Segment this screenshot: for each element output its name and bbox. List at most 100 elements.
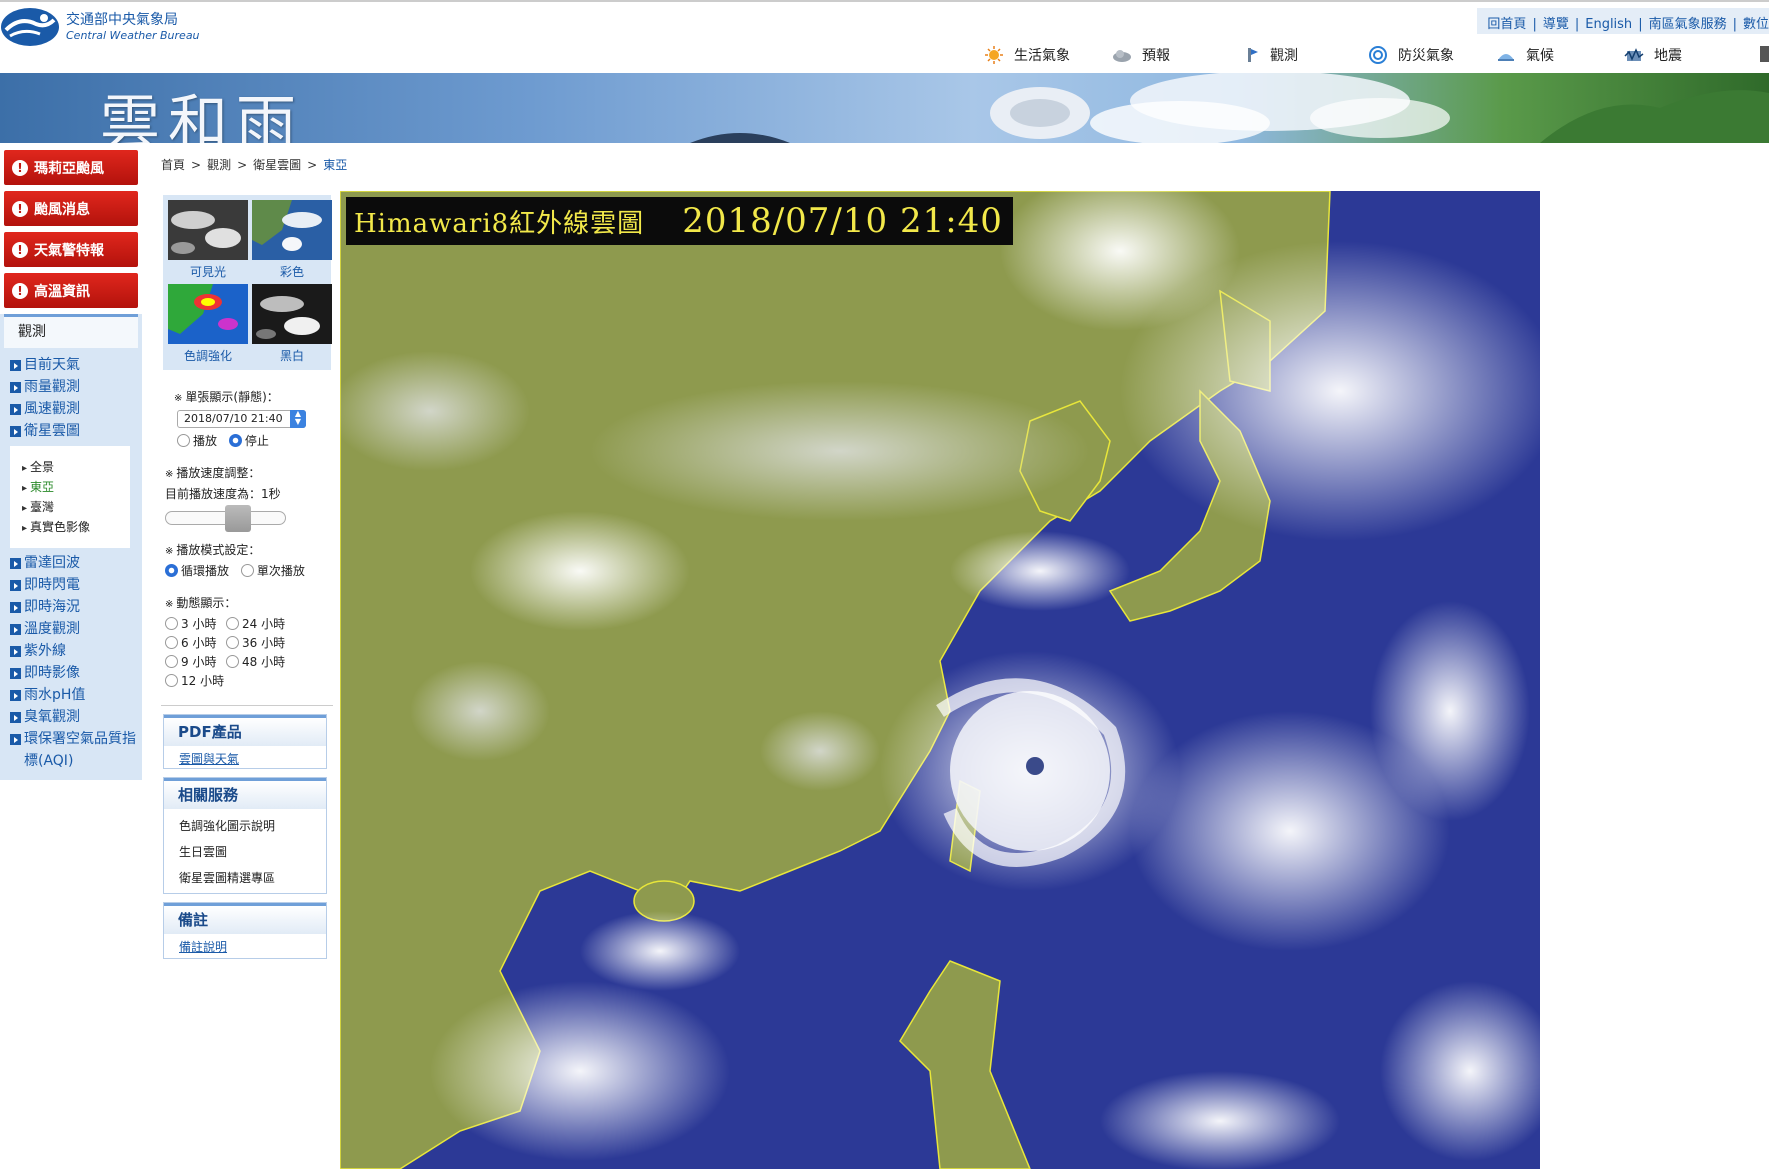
note-link[interactable]: 備註說明	[164, 934, 326, 958]
nav-forecast[interactable]: 預報	[1112, 44, 1240, 66]
submenu-east-asia[interactable]: 東亞	[22, 478, 130, 498]
menu-rainfall[interactable]: 雨量觀測	[0, 376, 142, 398]
alert-typhoon-news[interactable]: ! 颱風消息	[4, 191, 138, 226]
enhanced-thumbnail-image	[168, 284, 248, 344]
org-name-en: Central Weather Bureau	[66, 28, 200, 42]
hours-option[interactable]: 9 小時	[165, 653, 226, 672]
loop-radio[interactable]	[165, 564, 178, 577]
guide-link[interactable]: 導覽	[1543, 17, 1569, 32]
menu-lightning[interactable]: 即時閃電	[0, 574, 142, 596]
nav-life-weather[interactable]: 生活氣象	[984, 44, 1112, 66]
breadcrumb-home[interactable]: 首頁	[161, 158, 185, 172]
service-link[interactable]: 生日雲圖	[164, 839, 326, 865]
menu-sea-state[interactable]: 即時海況	[0, 596, 142, 618]
hours-radio[interactable]	[226, 655, 239, 668]
thumb-label: 可見光	[189, 265, 226, 279]
alert-label: 颱風消息	[34, 201, 90, 218]
hours-option[interactable]: 48 小時	[226, 653, 306, 672]
arrow-icon	[10, 712, 21, 723]
satellite-image	[340, 191, 1540, 1169]
thumb-enhanced[interactable]: 色調強化	[167, 284, 249, 366]
arrow-icon	[10, 382, 21, 393]
service-link[interactable]: 色調強化圖示說明	[164, 813, 326, 839]
thumb-label: 彩色	[279, 265, 304, 279]
hours-radio[interactable]	[165, 636, 178, 649]
breadcrumb-satellite[interactable]: 衛星雲圖	[253, 158, 301, 172]
hours-radio[interactable]	[226, 617, 239, 630]
menu-temperature[interactable]: 溫度觀測	[0, 618, 142, 640]
submenu-true-color[interactable]: 真實色影像	[22, 518, 130, 538]
sun-icon	[985, 46, 1003, 64]
south-service-link[interactable]: 南區氣象服務	[1649, 17, 1727, 32]
menu-ozone[interactable]: 臭氧觀測	[0, 706, 142, 728]
nav-label: 觀測	[1270, 48, 1298, 64]
thumb-bw[interactable]: 黑白	[251, 284, 333, 366]
arrow-icon	[10, 580, 21, 591]
arrow-icon	[10, 624, 21, 635]
hours-radio[interactable]	[165, 617, 178, 630]
thumb-visible[interactable]: 可見光	[167, 200, 249, 282]
dynamic-label: 動態顯示：	[176, 596, 237, 610]
satellite-product-name: Himawari8紅外線雲圖	[354, 209, 645, 239]
hours-radio[interactable]	[165, 655, 178, 668]
nav-climate[interactable]: 氣候	[1496, 44, 1624, 66]
hours-radio[interactable]	[226, 636, 239, 649]
time-select-value: 2018/07/10 21:40	[184, 412, 283, 425]
breadcrumb-current: 東亞	[323, 158, 348, 172]
speed-slider[interactable]	[165, 505, 286, 532]
banner: 雲和雨	[0, 73, 1769, 143]
menu-uv[interactable]: 紫外線	[0, 640, 142, 662]
thumb-label: 色調強化	[183, 349, 232, 363]
menu-rain-ph[interactable]: 雨水pH值	[0, 684, 142, 706]
hours-option[interactable]: 24 小時	[226, 615, 306, 634]
service-link[interactable]: 衛星雲圖精選專區	[164, 865, 326, 891]
nav-disaster[interactable]: 防災氣象	[1368, 44, 1496, 66]
menu-satellite[interactable]: 衛星雲圖	[0, 420, 142, 442]
instrument-icon	[1248, 48, 1258, 62]
thumb-color[interactable]: 彩色	[251, 200, 333, 282]
hours-option[interactable]: 6 小時	[165, 634, 226, 653]
digital-link[interactable]: 數位	[1743, 17, 1769, 32]
once-radio[interactable]	[240, 564, 254, 577]
observation-heading: 觀測	[4, 314, 138, 348]
bullet-icon: ※	[174, 393, 183, 404]
arrow-icon	[10, 668, 21, 679]
nav-label: 生活氣象	[1014, 48, 1070, 64]
slider-handle[interactable]	[225, 505, 251, 532]
hours-radio[interactable]	[165, 674, 178, 687]
submenu-full-disk[interactable]: 全景	[22, 458, 130, 478]
english-link[interactable]: English	[1585, 17, 1632, 32]
select-spinner-icon: ▲ ▼	[290, 410, 306, 428]
nav-overflow-icon	[1760, 46, 1769, 62]
arrow-icon	[10, 690, 21, 701]
home-link[interactable]: 回首頁	[1487, 17, 1526, 32]
menu-aqi[interactable]: 環保署空氣品質指標(AQI)	[0, 728, 142, 772]
nav-earthquake[interactable]: 地震	[1624, 44, 1752, 66]
alert-high-temp[interactable]: ! 高溫資訊	[4, 273, 138, 308]
speed-now: 目前播放速度為：1秒	[165, 487, 281, 501]
play-radio[interactable]	[177, 434, 190, 447]
breadcrumb-observation[interactable]: 觀測	[207, 158, 231, 172]
arrow-icon	[10, 558, 21, 569]
hours-option[interactable]: 12 小時	[165, 672, 226, 691]
nav-label: 氣候	[1526, 48, 1554, 64]
site-logo[interactable]: 交通部中央氣象局 Central Weather Bureau	[0, 6, 200, 48]
stop-radio[interactable]	[228, 434, 242, 447]
cwb-emblem-icon	[1, 8, 59, 46]
time-select[interactable]: 2018/07/10 21:40 ▲ ▼	[177, 410, 306, 428]
menu-current-weather[interactable]: 目前天氣	[0, 354, 142, 376]
pdf-link[interactable]: 雲圖與天氣	[164, 746, 326, 768]
submenu-taiwan[interactable]: 臺灣	[22, 498, 130, 518]
alert-typhoon-maria[interactable]: ! 瑪莉亞颱風	[4, 150, 138, 185]
menu-wind[interactable]: 風速觀測	[0, 398, 142, 420]
once-label: 單次播放	[256, 564, 305, 578]
nav-observation[interactable]: 觀測	[1240, 44, 1368, 66]
hours-option[interactable]: 3 小時	[165, 615, 226, 634]
loop-label: 循環播放	[181, 564, 230, 578]
menu-live-image[interactable]: 即時影像	[0, 662, 142, 684]
alert-weather-warning[interactable]: ! 天氣警特報	[4, 232, 138, 267]
pdf-box: PDF產品 雲圖與天氣	[163, 714, 327, 769]
climate-icon	[1498, 54, 1514, 61]
hours-option[interactable]: 36 小時	[226, 634, 306, 653]
menu-radar[interactable]: 雷達回波	[0, 552, 142, 574]
